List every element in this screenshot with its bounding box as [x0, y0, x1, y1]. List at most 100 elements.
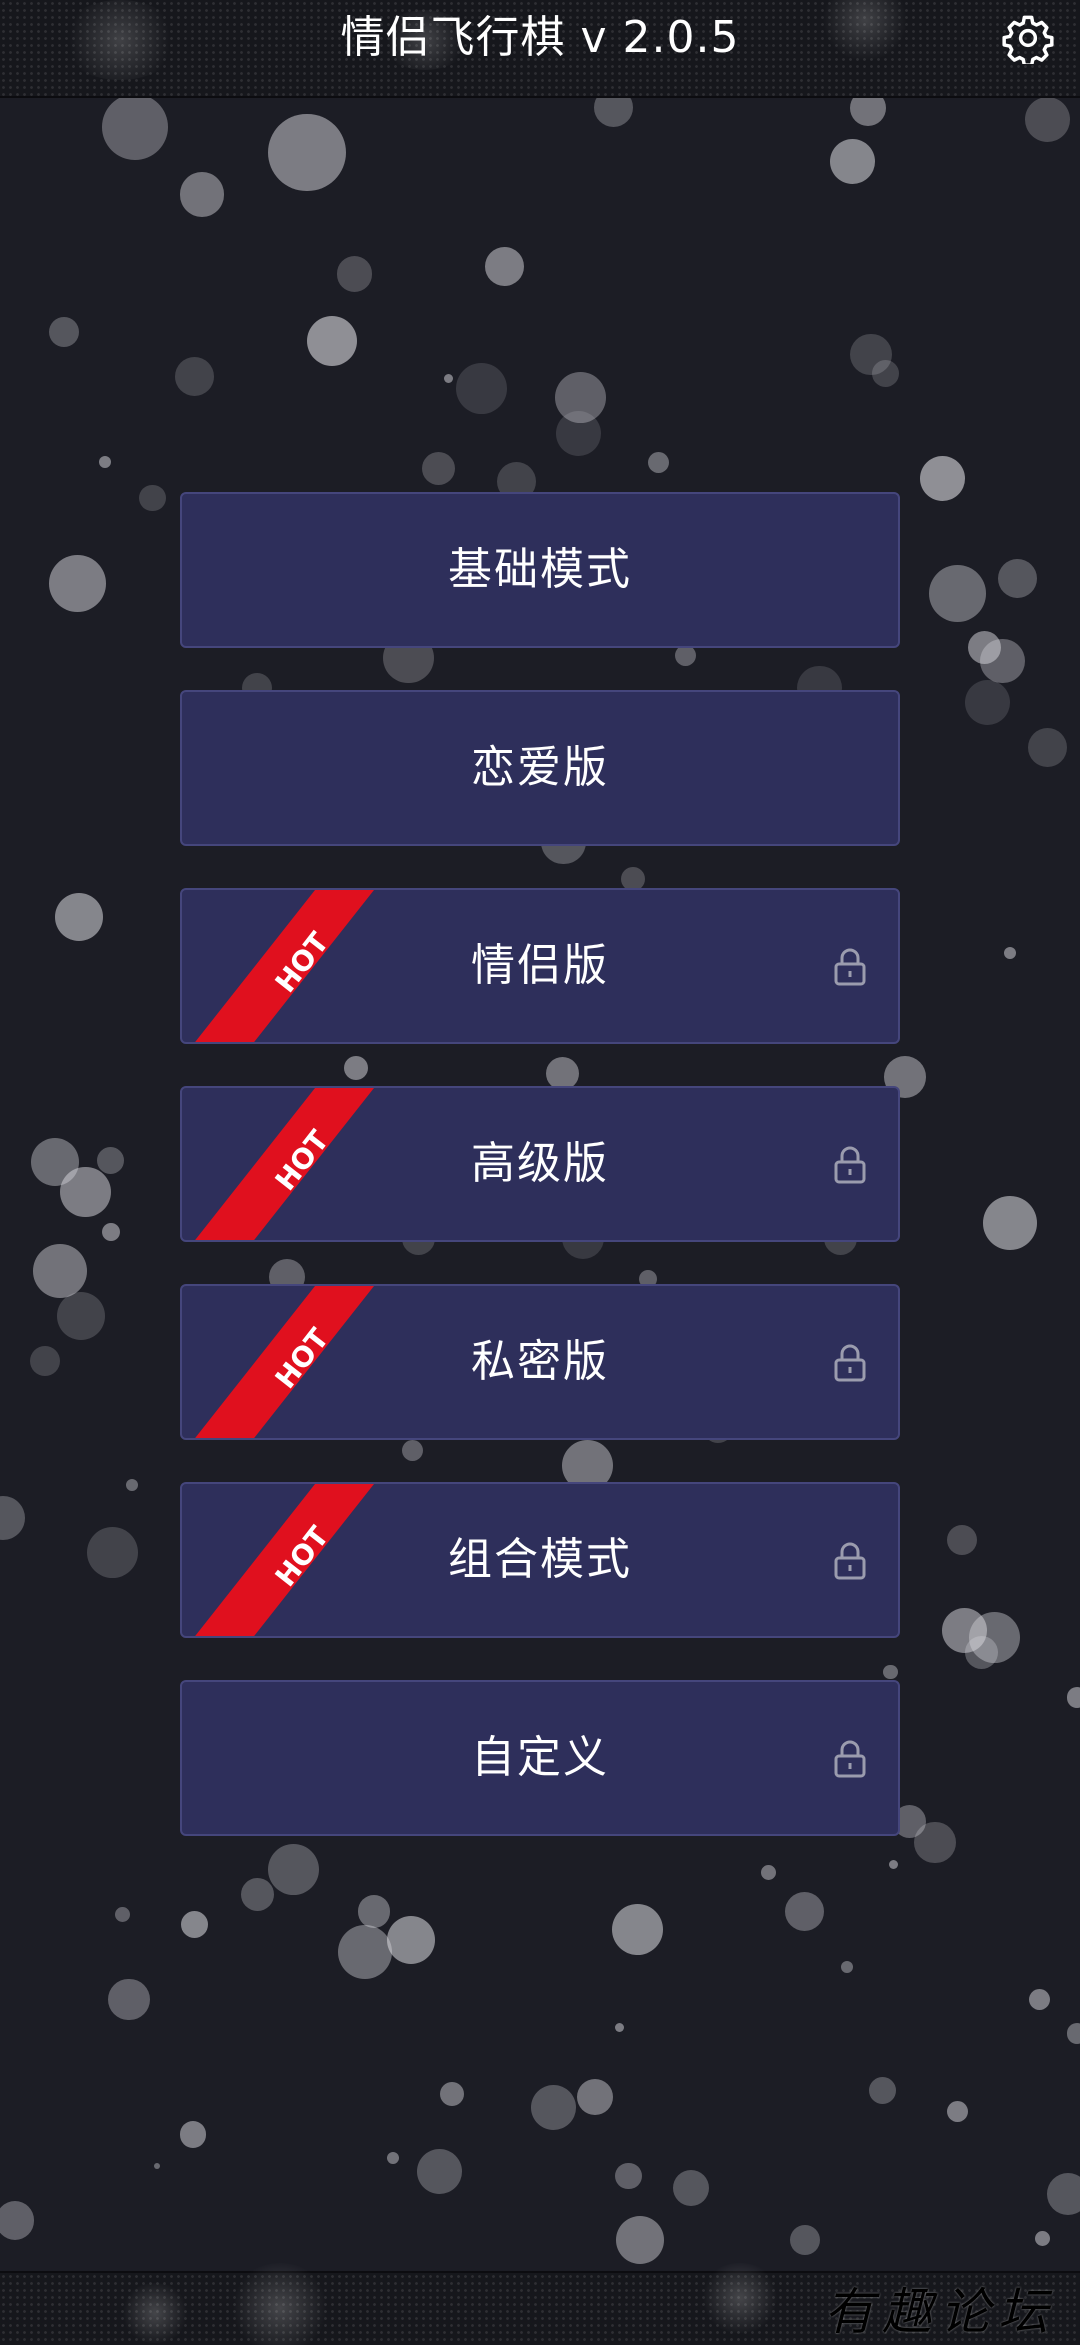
bokeh-particle — [55, 892, 104, 941]
bokeh-particle — [154, 2162, 161, 2169]
bokeh-particle — [785, 1891, 825, 1931]
bokeh-particle — [357, 1894, 391, 1928]
mode-label: 情侣版 — [471, 940, 609, 991]
gear-icon — [1002, 15, 1054, 68]
bokeh-particle — [913, 1821, 956, 1864]
bokeh-particle — [577, 2078, 614, 2115]
bokeh-particle — [1024, 97, 1070, 143]
bokeh-particle — [56, 1292, 105, 1340]
bokeh-particle — [444, 373, 454, 383]
bokeh-particle — [979, 638, 1025, 684]
bokeh-particle — [614, 2023, 624, 2033]
mode-label: 恋爱版 — [471, 742, 609, 793]
lock-icon — [832, 946, 868, 986]
bokeh-particle — [1066, 2023, 1080, 2045]
bokeh-particle — [982, 1196, 1037, 1251]
bokeh-particle — [997, 559, 1037, 599]
mode-button-love[interactable]: 恋爱版 — [180, 690, 900, 846]
bokeh-particle — [616, 2216, 665, 2265]
watermark-logo: 有趣论坛 — [824, 2283, 1056, 2341]
bokeh-particle — [0, 1495, 26, 1541]
bokeh-particle — [919, 456, 965, 501]
settings-button[interactable] — [1002, 12, 1054, 67]
bokeh-particle — [125, 1479, 138, 1492]
bokeh-particle — [1029, 1989, 1051, 2010]
mode-label: 组合模式 — [448, 1534, 632, 1585]
bokeh-particle — [421, 451, 455, 485]
bokeh-particle — [98, 456, 111, 469]
bokeh-particle — [49, 554, 107, 612]
bokeh-particle — [840, 1960, 853, 1973]
bokeh-particle — [86, 1526, 138, 1578]
mode-menu: 基础模式 恋爱版 HOT 情侣版 HOT 高级版 HOT 私密版 HOT 组合模… — [180, 492, 900, 1878]
bokeh-particle — [830, 139, 876, 184]
bokeh-particle — [29, 1345, 60, 1376]
bokeh-particle — [0, 2201, 35, 2241]
bokeh-particle — [531, 2084, 576, 2130]
mode-button-private[interactable]: HOT 私密版 — [180, 1284, 900, 1440]
bokeh-particle — [673, 2170, 710, 2206]
bokeh-particle — [107, 1978, 150, 2021]
bokeh-particle — [1003, 946, 1016, 959]
bokeh-particle — [946, 1525, 977, 1556]
mode-button-combo[interactable]: HOT 组合模式 — [180, 1482, 900, 1638]
mode-button-advanced[interactable]: HOT 高级版 — [180, 1086, 900, 1242]
lock-icon — [832, 1738, 868, 1778]
mode-label: 高级版 — [471, 1138, 609, 1189]
bokeh-particle — [456, 363, 508, 415]
bokeh-particle — [59, 1166, 111, 1218]
mode-label: 私密版 — [471, 1336, 609, 1387]
bokeh-particle — [180, 1911, 208, 1939]
bokeh-particle — [417, 2149, 463, 2194]
bokeh-particle — [1066, 1686, 1080, 1708]
bokeh-particle — [139, 484, 167, 512]
top-bar: 情侣飞行棋 v 2.0.5 — [0, 0, 1080, 98]
bokeh-particle — [439, 2081, 464, 2106]
bokeh-particle — [789, 2225, 820, 2256]
bokeh-particle — [964, 1636, 998, 1670]
bokeh-particle — [179, 171, 225, 217]
bokeh-particle — [240, 1878, 274, 1912]
bokeh-particle — [32, 1244, 87, 1299]
mode-button-basic[interactable]: 基础模式 — [180, 492, 900, 648]
bokeh-particle — [31, 1138, 80, 1186]
bokeh-particle — [614, 2162, 642, 2190]
bokeh-particle — [964, 680, 1010, 726]
bokeh-particle — [849, 333, 892, 376]
bokeh-particle — [869, 2077, 896, 2105]
lock-icon — [832, 1342, 868, 1382]
bokeh-particle — [967, 631, 1001, 665]
bottombar-glow — [700, 2263, 780, 2333]
mode-label: 自定义 — [471, 1732, 609, 1783]
bokeh-particle — [556, 411, 602, 457]
bokeh-particle — [179, 2120, 207, 2148]
mode-button-couple[interactable]: HOT 情侣版 — [180, 888, 900, 1044]
lock-icon — [832, 1144, 868, 1184]
bokeh-particle — [647, 451, 669, 473]
bokeh-particle — [1047, 2173, 1080, 2215]
bokeh-particle — [484, 246, 524, 286]
bokeh-particle — [387, 1915, 436, 1964]
lock-icon — [832, 1540, 868, 1580]
bokeh-particle — [928, 565, 986, 623]
app-title: 情侣飞行棋 v 2.0.5 — [340, 12, 740, 63]
bokeh-particle — [338, 1924, 392, 1979]
bokeh-particle — [97, 1147, 125, 1174]
bokeh-particle — [267, 113, 346, 192]
bokeh-particle — [1027, 728, 1067, 768]
bokeh-particle — [336, 255, 373, 292]
mode-label: 基础模式 — [448, 544, 632, 595]
bokeh-particle — [969, 1612, 1021, 1664]
bokeh-particle — [101, 1223, 120, 1242]
bokeh-particle — [872, 360, 899, 388]
bokeh-particle — [49, 317, 80, 347]
bokeh-particle — [942, 1607, 988, 1653]
bokeh-particle — [554, 372, 606, 424]
bokeh-particle — [101, 94, 168, 161]
bokeh-particle — [175, 357, 214, 397]
bottombar-glow — [230, 2263, 330, 2345]
bokeh-particle — [611, 1903, 663, 1955]
mode-button-custom[interactable]: 自定义 — [180, 1680, 900, 1836]
bokeh-particle — [115, 1906, 131, 1922]
app-screen: 情侣飞行棋 v 2.0.5 基础模式 恋爱版 HOT 情侣版 HOT 高级版 H… — [0, 0, 1080, 2345]
